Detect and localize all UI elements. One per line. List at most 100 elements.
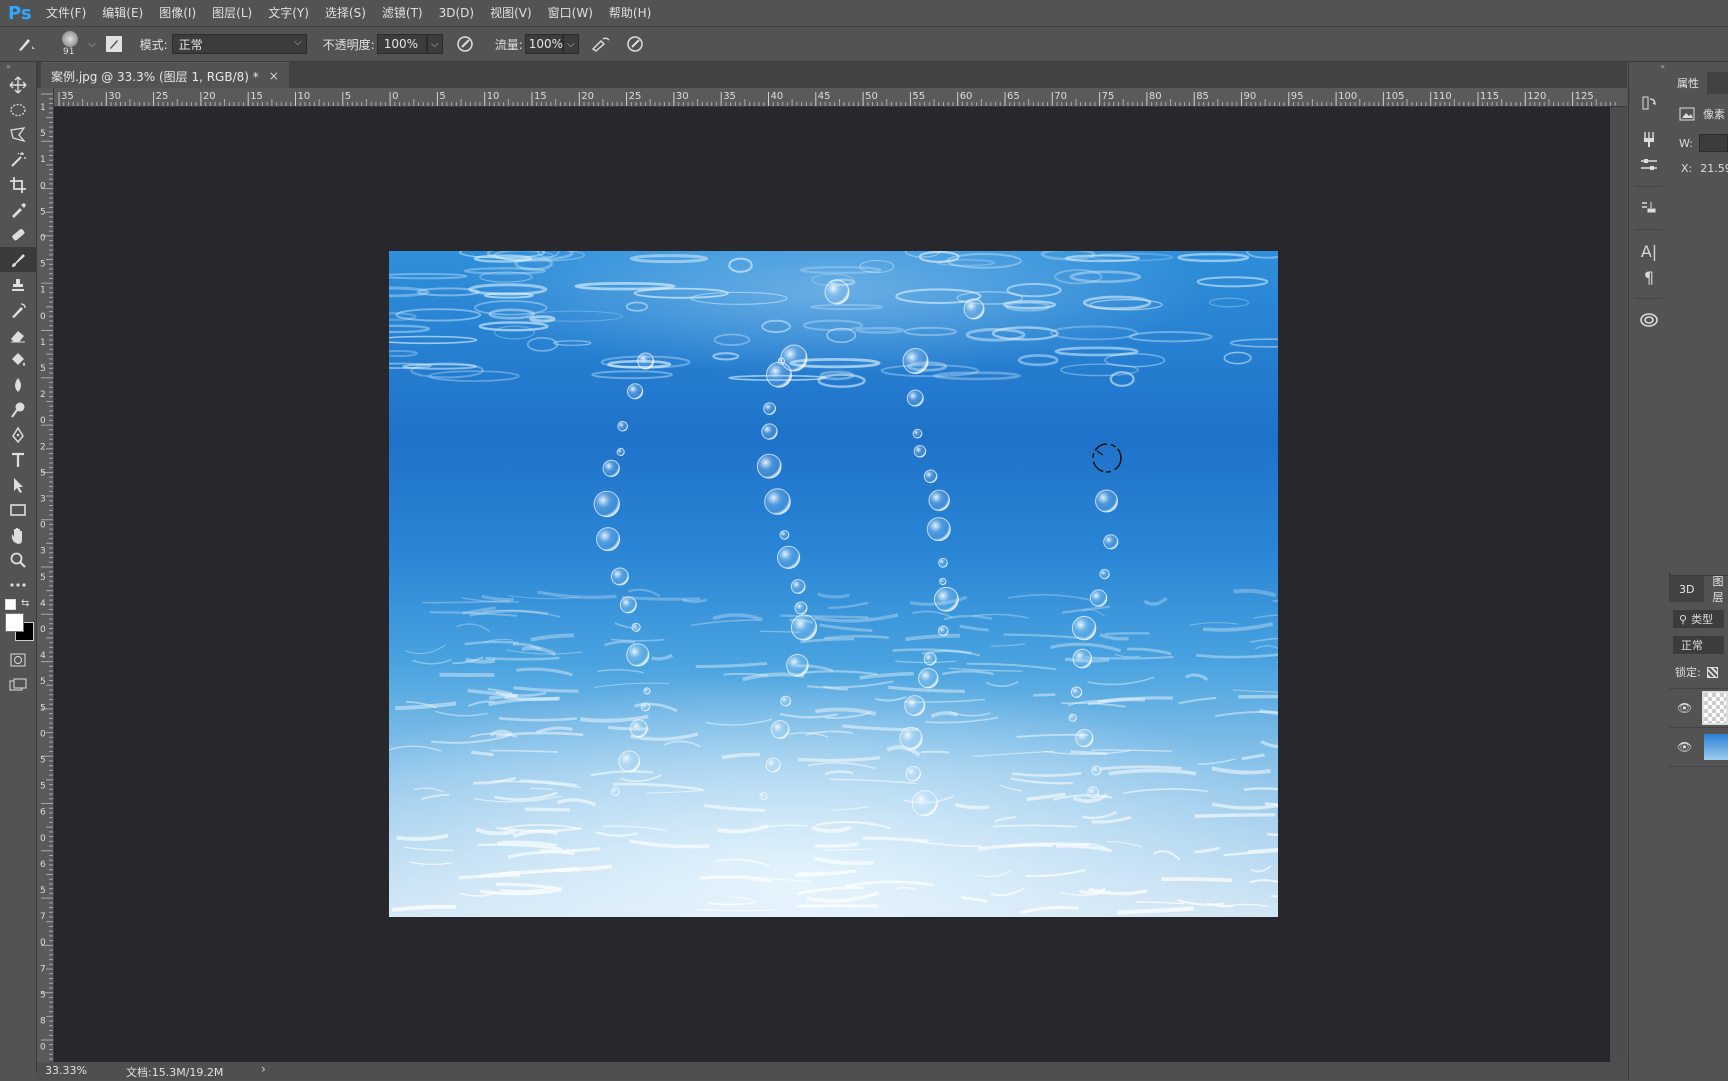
menu-item[interactable]: 图层(L)	[204, 0, 260, 26]
clone-source-icon[interactable]	[1629, 195, 1669, 221]
chevron-down-icon: ⌵	[430, 38, 439, 50]
ruler-tick-label: 5	[40, 207, 46, 217]
opacity-value: 100%	[383, 37, 418, 51]
menu-item[interactable]: 帮助(H)	[601, 0, 659, 26]
adjustments-icon[interactable]	[1629, 152, 1669, 178]
default-colors-icon[interactable]	[5, 599, 16, 610]
path-selection-icon[interactable]	[0, 472, 36, 497]
canvas-image[interactable]	[389, 251, 1278, 917]
eyedropper-icon[interactable]	[0, 197, 36, 222]
healing-brush-icon[interactable]	[0, 222, 36, 247]
menu-item[interactable]: 图像(I)	[151, 0, 204, 26]
history-brush-icon[interactable]	[0, 297, 36, 322]
layer-row-background[interactable]: 👁	[1669, 728, 1728, 767]
menu-item[interactable]: 3D(D)	[431, 0, 482, 26]
menu-item[interactable]: 编辑(E)	[94, 0, 151, 26]
flow-input[interactable]: 100%	[524, 34, 564, 54]
ruler-tick-label: 5	[439, 91, 445, 102]
close-icon[interactable]: ×	[269, 69, 279, 83]
paint-bucket-icon[interactable]	[0, 347, 36, 372]
layer-filter-label: 类型	[1691, 613, 1714, 626]
brush-icon[interactable]	[0, 247, 36, 272]
type-icon[interactable]	[0, 447, 36, 472]
pressure-size-icon[interactable]	[623, 32, 647, 56]
layer-filter-select[interactable]: ⚲ 类型	[1673, 610, 1724, 628]
ruler-horizontal[interactable]: 35 30 25 20 15 10 5 0 5 10 15 20 25 30 35 40 45 50 55 60 65 7…	[53, 88, 1627, 107]
ruler-vertical[interactable]: 1510505101520253035404550556065707580	[37, 88, 54, 1062]
more-tools-icon[interactable]	[0, 572, 36, 597]
ruler-tick-label: 80	[1149, 91, 1162, 102]
ruler-tick-label: 45	[818, 91, 831, 102]
eye-icon[interactable]: 👁	[1677, 740, 1692, 754]
flow-dropdown-button[interactable]: ⌵	[562, 34, 579, 54]
eye-icon[interactable]: 👁	[1677, 701, 1692, 715]
ruler-tick-label: 20	[203, 91, 216, 102]
chevron-down-icon[interactable]: ⌵	[88, 39, 96, 50]
menu-item[interactable]: 视图(V)	[482, 0, 540, 26]
mode-select[interactable]: 正常 ⌵	[171, 34, 307, 54]
ruler-tick-label: 5	[345, 91, 351, 102]
ruler-tick-label: 120	[1527, 91, 1546, 102]
polygonal-lasso-icon[interactable]	[0, 122, 36, 147]
layer-row-1[interactable]: 👁	[1669, 688, 1728, 728]
hand-icon[interactable]	[0, 522, 36, 547]
pen-icon[interactable]	[0, 422, 36, 447]
brush-size-picker[interactable]: 91	[56, 29, 86, 59]
tab-layers[interactable]: 图层	[1704, 575, 1728, 604]
creative-cloud-icon[interactable]	[1629, 307, 1669, 333]
x-value[interactable]: 21.59	[1700, 162, 1728, 175]
flow-value: 100%	[528, 37, 564, 51]
brush-size-value: 91	[63, 47, 75, 57]
tab-3d[interactable]: 3D	[1669, 583, 1704, 596]
ruler-tick-label: 0	[40, 938, 46, 948]
vertical-scrollbar[interactable]	[1610, 107, 1627, 1062]
opacity-input[interactable]: 100%	[376, 34, 427, 54]
collapse-toolbar-icon[interactable]: »	[0, 62, 36, 72]
ruler-tick-label: 0	[40, 234, 46, 244]
screen-mode-icon[interactable]	[0, 672, 36, 697]
clone-stamp-icon[interactable]	[0, 272, 36, 297]
move-icon[interactable]	[0, 72, 36, 97]
lock-transparency-icon[interactable]	[1706, 666, 1718, 678]
pressure-opacity-icon[interactable]	[453, 32, 477, 56]
brush-panel-toggle-icon[interactable]	[102, 32, 126, 56]
options-bar: 91 ⌵ 模式: 正常 ⌵ 不透明度: 100% ⌵ 流量: 100% ⌵	[0, 27, 1728, 62]
menu-item[interactable]: 滤镜(T)	[374, 0, 431, 26]
menu-item[interactable]: 窗口(W)	[540, 0, 601, 26]
pixel-layer-label: 像素	[1703, 108, 1725, 121]
brush-settings-icon[interactable]	[1629, 126, 1669, 152]
zoom-icon[interactable]	[0, 547, 36, 572]
paragraph-icon[interactable]: ¶	[1629, 264, 1669, 290]
character-icon[interactable]: A|	[1629, 238, 1669, 264]
airbrush-icon[interactable]	[589, 32, 613, 56]
foreground-color-swatch[interactable]	[5, 613, 24, 632]
lock-label: 锁定:	[1675, 666, 1701, 679]
status-zoom[interactable]: 33.33%	[45, 1064, 87, 1077]
elliptical-marquee-icon[interactable]	[0, 97, 36, 122]
brush-preset-icon[interactable]	[14, 32, 38, 56]
dodge-icon[interactable]	[0, 397, 36, 422]
layer-blend-mode-select[interactable]: 正常	[1673, 636, 1724, 654]
blur-icon[interactable]	[0, 372, 36, 397]
menu-item[interactable]: 文字(Y)	[260, 0, 317, 26]
history-icon[interactable]	[1629, 90, 1669, 116]
status-menu-arrow-icon[interactable]: ›	[261, 1062, 266, 1076]
document-tab[interactable]: 案例.jpg @ 33.3% (图层 1, RGB/8) * ×	[41, 62, 289, 89]
magic-wand-icon[interactable]	[0, 147, 36, 172]
expand-panels-icon[interactable]: «	[1629, 62, 1669, 72]
tab-properties[interactable]: 属性	[1669, 72, 1707, 94]
layer-thumbnail-transparent	[1702, 691, 1728, 725]
eraser-icon[interactable]	[0, 322, 36, 347]
width-input[interactable]	[1698, 134, 1728, 152]
opacity-dropdown-button[interactable]: ⌵	[426, 34, 443, 54]
crop-icon[interactable]	[0, 172, 36, 197]
swap-colors-icon[interactable]: ⇆	[21, 598, 29, 609]
flow-label: 流量:	[494, 37, 523, 52]
ruler-tick-label: 90	[1244, 91, 1257, 102]
ruler-tick-label: 5	[40, 990, 46, 1000]
ruler-tick-label: 60	[960, 91, 973, 102]
menu-item[interactable]: 文件(F)	[38, 0, 94, 26]
rectangle-icon[interactable]	[0, 497, 36, 522]
quick-mask-icon[interactable]	[0, 647, 36, 672]
menu-item[interactable]: 选择(S)	[317, 0, 374, 26]
